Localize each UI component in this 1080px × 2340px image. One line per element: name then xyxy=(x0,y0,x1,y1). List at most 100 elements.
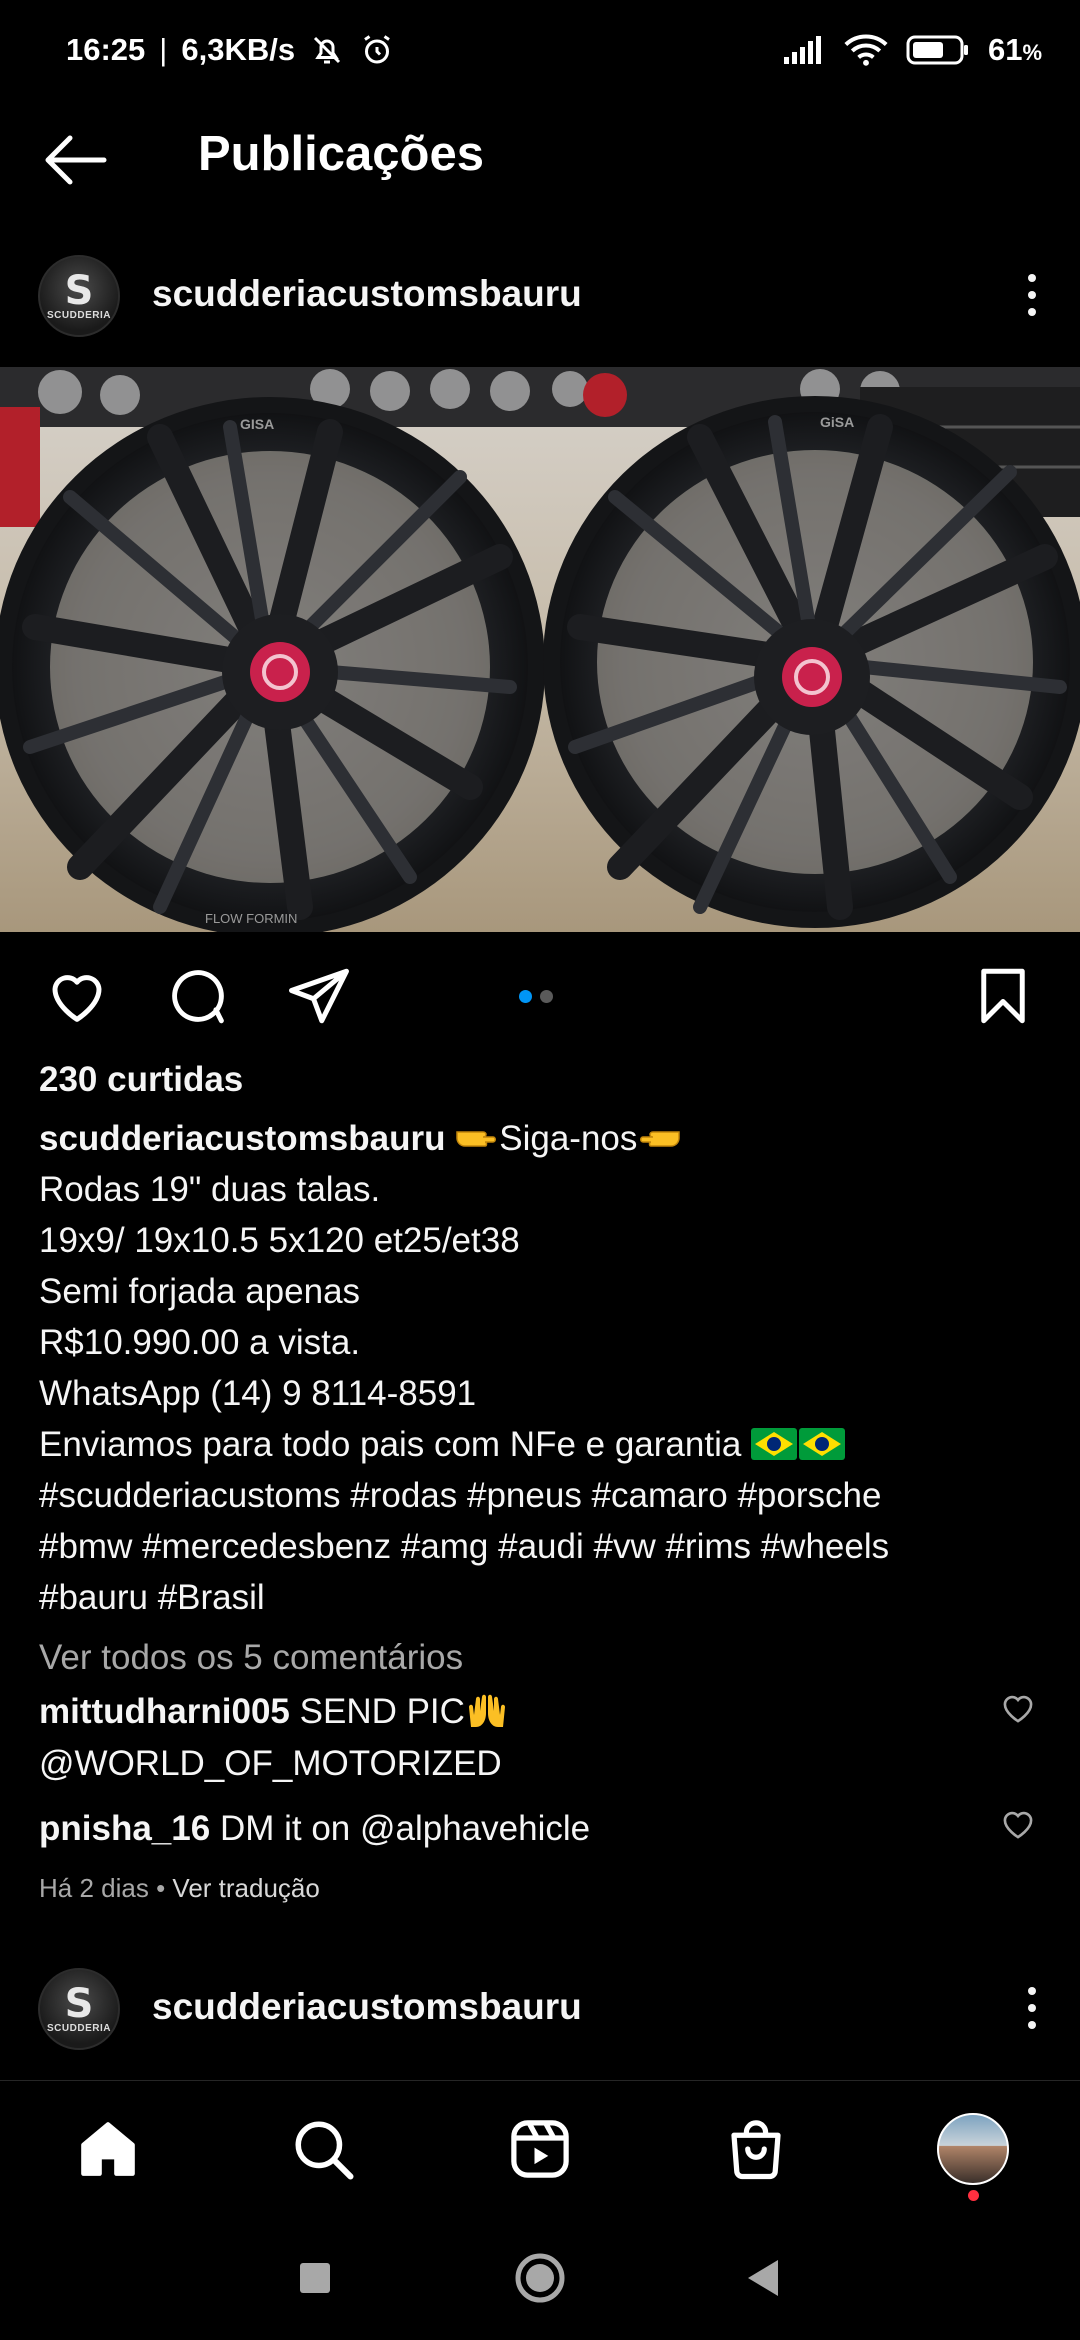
back-arrow-icon xyxy=(45,135,107,185)
avatar-logo-text: SCUDDERIA xyxy=(47,309,111,321)
right-wheel-brand: GiSA xyxy=(820,414,854,430)
separator: | xyxy=(159,32,168,67)
status-right: 61% xyxy=(782,32,1042,68)
brazil-flag-icon xyxy=(799,1428,846,1460)
carousel-indicator xyxy=(519,990,553,1003)
comment-like-heart-icon[interactable] xyxy=(1000,1692,1036,1724)
share-icon xyxy=(289,968,349,1024)
caption-hashtags[interactable]: #bmw #mercedesbenz #amg #audi #vw #rims … xyxy=(39,1521,1049,1572)
post-image[interactable]: GISA FLOW FORMIN GiSA xyxy=(0,367,1080,932)
comment-like-heart-icon[interactable] xyxy=(1000,1808,1036,1840)
status-bar: 16:25 | 6,3KB/s 61% xyxy=(0,0,1080,100)
avatar-logo-letter: S xyxy=(64,267,94,314)
comment-text-mention[interactable]: @WORLD_OF_MOTORIZED xyxy=(39,1744,502,1783)
battery-percent: 61% xyxy=(987,32,1042,67)
view-all-comments-link[interactable]: Ver todos os 5 comentários xyxy=(39,1638,463,1678)
comment-item: pnisha_16 DM it on @alphavehicle xyxy=(39,1803,979,1855)
next-post-avatar[interactable]: S SCUDDERIA xyxy=(38,1968,120,2050)
profile-avatar xyxy=(937,2113,1009,2185)
caption-line: Semi forjada apenas xyxy=(39,1272,361,1311)
caption-first-text: Siga-nos xyxy=(499,1119,638,1158)
recent-apps-button[interactable] xyxy=(287,2250,343,2306)
wheels-photo: GISA FLOW FORMIN GiSA xyxy=(0,367,1080,932)
profile-notification-dot xyxy=(968,2190,979,2201)
next-post-header: S SCUDDERIA scudderiacustomsbauru xyxy=(0,1956,1080,2066)
post-username[interactable]: scudderiacustomsbauru xyxy=(152,273,582,315)
caption-line-with-flags: Enviamos para todo pais com NFe e garant… xyxy=(39,1419,1049,1470)
caption-hashtags[interactable]: #scudderiacustoms #rodas #pneus #camaro … xyxy=(39,1470,1049,1521)
home-icon xyxy=(81,2122,135,2176)
carousel-dot xyxy=(540,990,553,1003)
post-more-button[interactable] xyxy=(1012,265,1052,325)
heart-icon xyxy=(52,975,102,1022)
more-icon-dot xyxy=(1028,2004,1036,2012)
battery-icon xyxy=(906,35,968,65)
more-icon-dot xyxy=(1028,2021,1036,2029)
network-speed: 6,3KB/s xyxy=(181,32,296,67)
save-button[interactable] xyxy=(970,963,1036,1029)
like-button[interactable] xyxy=(44,963,110,1029)
reels-icon xyxy=(511,2120,569,2178)
back-button[interactable] xyxy=(40,132,110,188)
comment-item: mittudharni005 SEND PIC @WORLD_OF_MOTORI… xyxy=(39,1686,979,1790)
mute-notification-icon xyxy=(314,36,341,64)
comment-icon xyxy=(172,970,224,1024)
home-system-button[interactable] xyxy=(512,2250,568,2306)
more-icon-dot xyxy=(1028,291,1036,299)
translate-link[interactable]: Ver tradução xyxy=(172,1873,319,1903)
wifi-icon xyxy=(844,34,888,66)
share-button[interactable] xyxy=(286,963,352,1029)
caption-username[interactable]: scudderiacustomsbauru xyxy=(39,1119,446,1158)
bottom-navigation xyxy=(0,2080,1080,2210)
comment-username[interactable]: pnisha_16 xyxy=(39,1809,210,1848)
nav-shop-button[interactable] xyxy=(718,2111,794,2187)
meta-separator: • xyxy=(156,1873,166,1903)
signal-icon xyxy=(783,36,821,64)
caption-line: WhatsApp (14) 9 8114-8591 xyxy=(39,1374,477,1413)
search-icon xyxy=(295,2121,354,2180)
avatar-logo-letter: S xyxy=(64,1980,94,2027)
back-system-button[interactable] xyxy=(734,2250,790,2306)
raised-hands-emoji-icon xyxy=(468,1694,505,1727)
next-post-more-button[interactable] xyxy=(1012,1978,1052,2038)
circle-icon xyxy=(515,2253,565,2303)
right-wheel: GiSA xyxy=(543,396,1080,928)
post-meta: Há 2 dias • Ver tradução xyxy=(39,1873,320,1904)
bookmark-icon xyxy=(981,968,1025,1024)
comment-button[interactable] xyxy=(165,963,231,1029)
triangle-back-icon xyxy=(748,2260,778,2296)
pointing-left-emoji-icon xyxy=(640,1131,681,1147)
post-time-ago: Há 2 dias xyxy=(39,1873,149,1903)
system-navigation-bar xyxy=(0,2210,1080,2340)
more-icon-dot xyxy=(1028,308,1036,316)
top-header: Publicações xyxy=(0,100,1080,220)
caption-line: Enviamos para todo pais com NFe e garant… xyxy=(39,1425,742,1464)
nav-home-button[interactable] xyxy=(70,2111,146,2187)
shop-icon xyxy=(731,2120,781,2180)
more-icon xyxy=(1028,1987,1036,1995)
caption-hashtags[interactable]: #bauru #Brasil xyxy=(39,1572,1049,1623)
pointing-right-emoji-icon xyxy=(456,1131,497,1147)
next-post-username[interactable]: scudderiacustomsbauru xyxy=(152,1986,582,2028)
post-caption: scudderiacustomsbauru Siga-nos Rodas 19"… xyxy=(39,1113,1049,1623)
post-actions xyxy=(0,955,1080,1035)
likes-count[interactable]: 230 curtidas xyxy=(39,1060,243,1100)
comment-username[interactable]: mittudharni005 xyxy=(39,1692,290,1731)
square-icon xyxy=(300,2263,330,2293)
caption-line: R$10.990.00 a vista. xyxy=(39,1323,361,1362)
left-wheel-rim-text: FLOW FORMIN xyxy=(205,911,297,926)
left-wheel: GISA FLOW FORMIN xyxy=(0,397,545,932)
caption-first-line: scudderiacustomsbauru Siga-nos xyxy=(39,1113,1049,1164)
nav-profile-button[interactable] xyxy=(935,2111,1011,2187)
comment-text: SEND PIC xyxy=(299,1692,465,1731)
page-title: Publicações xyxy=(198,127,484,181)
brazil-flag-icon xyxy=(751,1428,798,1460)
post-avatar[interactable]: S SCUDDERIA xyxy=(38,255,120,337)
carousel-dot-active xyxy=(519,990,532,1003)
caption-line: 19x9/ 19x10.5 5x120 et25/et38 xyxy=(39,1221,520,1260)
nav-reels-button[interactable] xyxy=(502,2111,578,2187)
alarm-icon xyxy=(364,35,390,64)
avatar-logo-text: SCUDDERIA xyxy=(47,2022,111,2034)
post-header: S SCUDDERIA scudderiacustomsbauru xyxy=(0,243,1080,353)
nav-search-button[interactable] xyxy=(285,2111,361,2187)
